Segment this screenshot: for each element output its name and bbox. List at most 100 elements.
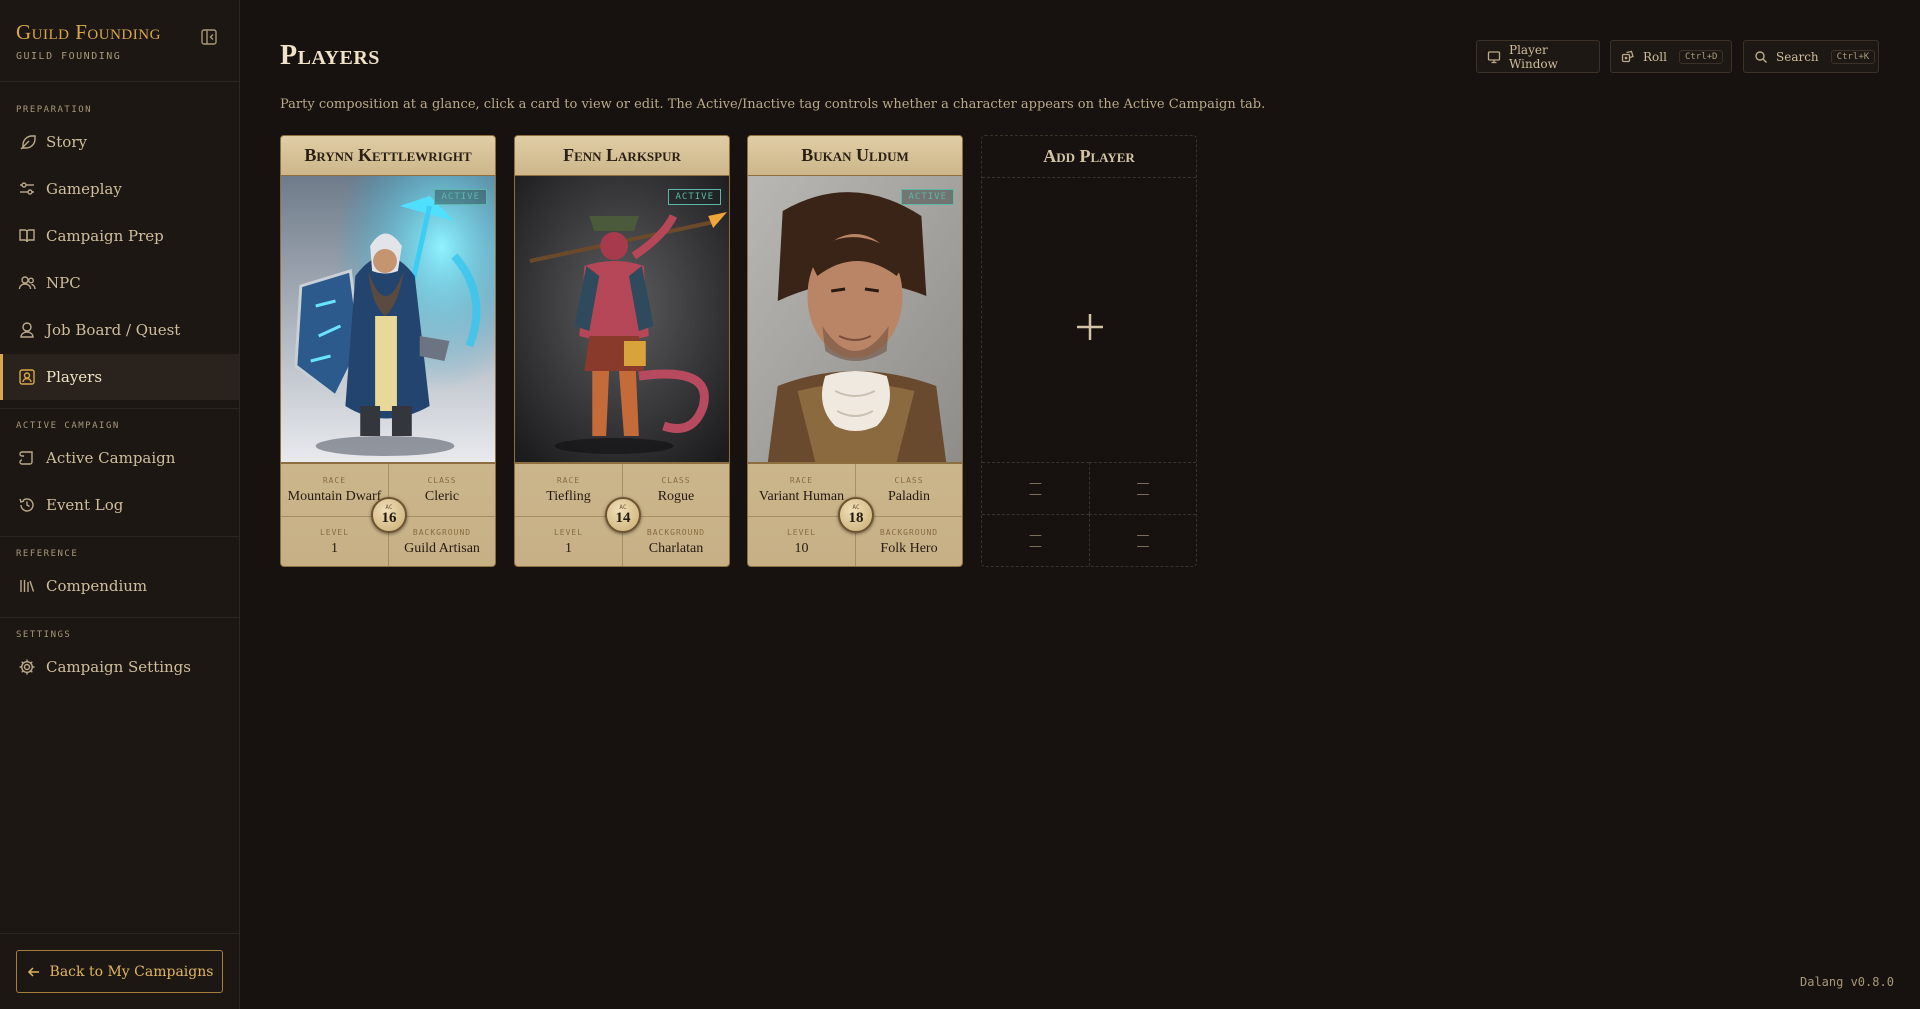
sidebar-item-job-board[interactable]: Job Board / Quest — [0, 307, 239, 353]
level-label: LEVEL — [553, 528, 584, 537]
background-value: Guild Artisan — [404, 541, 480, 556]
player-name: Brynn Kettlewright — [281, 136, 495, 176]
class-label: CLASS — [427, 475, 457, 485]
level-value: 1 — [331, 541, 338, 556]
sidebar-item-players[interactable]: Players — [0, 354, 239, 400]
background-value: Folk Hero — [880, 541, 938, 556]
roll-button[interactable]: Roll Ctrl+D — [1610, 40, 1732, 73]
sidebar-item-label: Active Campaign — [46, 449, 176, 467]
class-label: CLASS — [894, 475, 924, 485]
divider — [0, 617, 239, 618]
gear-icon — [18, 658, 36, 676]
section-label-active-campaign: ACTIVE CAMPAIGN — [16, 421, 120, 431]
background-label: BACKGROUND — [646, 528, 706, 537]
section-label-preparation: PREPARATION — [16, 105, 93, 115]
empty-stat-cell: — — — [982, 462, 1089, 514]
badge-icon — [18, 321, 36, 339]
class-label: CLASS — [661, 475, 691, 485]
sidebar: Guild Founding GUILD FOUNDING PREPARATIO… — [0, 0, 240, 1009]
add-player-card[interactable]: Add Player — — — — — — — — — [981, 135, 1197, 567]
collapse-sidebar-icon[interactable] — [200, 28, 218, 46]
sidebar-item-label: Compendium — [46, 577, 148, 595]
app-subtitle: GUILD FOUNDING — [16, 51, 122, 62]
sidebar-item-label: Event Log — [46, 496, 124, 514]
level-value: 1 — [565, 541, 572, 556]
sidebar-item-story[interactable]: Story — [0, 119, 239, 165]
ac-value: 16 — [381, 510, 397, 526]
race-label: RACE — [556, 475, 581, 485]
portrait-icon — [18, 368, 36, 386]
library-icon — [18, 577, 36, 595]
search-icon — [1754, 50, 1768, 64]
dice-icon — [1621, 50, 1635, 64]
race-value: Mountain Dwarf — [287, 488, 382, 504]
search-shortcut: Ctrl+K — [1830, 49, 1876, 64]
section-label-reference: REFERENCE — [16, 549, 79, 559]
race-label: RACE — [789, 475, 814, 485]
player-window-label: Player Window — [1509, 42, 1558, 71]
class-value: Paladin — [888, 488, 930, 504]
section-label-settings: SETTINGS — [16, 630, 72, 640]
player-window-button[interactable]: Player Window — [1476, 40, 1600, 73]
sliders-icon — [18, 180, 36, 198]
level-cell: LEVEL 1 — [281, 516, 388, 566]
level-label: LEVEL — [786, 528, 817, 537]
users-icon — [18, 274, 36, 292]
sidebar-item-label: NPC — [46, 274, 81, 292]
app-title: Guild Founding — [16, 20, 161, 44]
search-button[interactable]: Search Ctrl+K — [1743, 40, 1879, 73]
player-name: Bukan Uldum — [748, 136, 962, 176]
player-stats: RACE Tiefling CLASS Rogue LEVEL 1 BACKGR… — [515, 462, 729, 566]
player-portrait: ACTIVE — [281, 176, 495, 462]
player-card[interactable]: Bukan Uldum ACTIVE RACE Variant Human CL… — [747, 135, 963, 567]
level-label: LEVEL — [319, 528, 350, 537]
page-description: Party composition at a glance, click a c… — [280, 97, 1266, 112]
brand: Guild Founding GUILD FOUNDING — [16, 20, 161, 62]
sidebar-item-npc[interactable]: NPC — [0, 260, 239, 306]
race-label: RACE — [322, 475, 347, 485]
status-badge[interactable]: ACTIVE — [901, 189, 954, 205]
sidebar-item-campaign-prep[interactable]: Campaign Prep — [0, 213, 239, 259]
level-cell: LEVEL 10 — [748, 516, 855, 566]
status-badge[interactable]: ACTIVE — [668, 189, 721, 205]
background-label: BACKGROUND — [879, 528, 939, 537]
class-value: Cleric — [424, 488, 460, 504]
back-to-campaigns-button[interactable]: Back to My Campaigns — [16, 950, 223, 993]
add-player-title: Add Player — [982, 136, 1196, 178]
player-card[interactable]: Brynn Kettlewright ACTIVE RACE Mountain … — [280, 135, 496, 567]
status-badge[interactable]: ACTIVE — [434, 189, 487, 205]
armor-class-badge: AC 14 — [605, 497, 641, 533]
sidebar-item-compendium[interactable]: Compendium — [0, 563, 239, 609]
level-cell: LEVEL 1 — [515, 516, 622, 566]
plus-icon — [1065, 302, 1115, 352]
sidebar-item-gameplay[interactable]: Gameplay — [0, 166, 239, 212]
page-title: Players — [280, 40, 380, 71]
sidebar-item-label: Campaign Settings — [46, 658, 191, 676]
arrow-left-icon — [26, 964, 42, 980]
history-icon — [18, 496, 36, 514]
divider — [0, 81, 239, 82]
roll-label: Roll — [1643, 49, 1667, 64]
class-value: Rogue — [657, 488, 695, 504]
armor-class-badge: AC 16 — [371, 497, 407, 533]
player-name: Fenn Larkspur — [515, 136, 729, 176]
sidebar-item-label: Players — [46, 368, 103, 386]
monitor-icon — [1487, 50, 1501, 64]
sidebar-item-label: Story — [46, 133, 87, 151]
feather-icon — [18, 133, 36, 151]
background-label: BACKGROUND — [412, 528, 472, 537]
scroll-icon — [18, 449, 36, 467]
player-portrait: ACTIVE — [748, 176, 962, 462]
race-value: Variant Human — [758, 488, 845, 504]
search-label: Search — [1776, 49, 1819, 64]
player-stats: RACE Mountain Dwarf CLASS Cleric LEVEL 1… — [281, 462, 495, 566]
sidebar-item-label: Job Board / Quest — [46, 321, 181, 339]
sidebar-item-active-campaign[interactable]: Active Campaign — [0, 435, 239, 481]
empty-stat-cell: — — — [1089, 514, 1196, 566]
empty-stat-cell: — — — [982, 514, 1089, 566]
background-value: Charlatan — [648, 541, 704, 556]
sidebar-item-campaign-settings[interactable]: Campaign Settings — [0, 644, 239, 690]
sidebar-item-event-log[interactable]: Event Log — [0, 482, 239, 528]
ac-value: 14 — [615, 510, 631, 526]
player-card[interactable]: Fenn Larkspur ACTIVE RACE Tiefling CLASS… — [514, 135, 730, 567]
